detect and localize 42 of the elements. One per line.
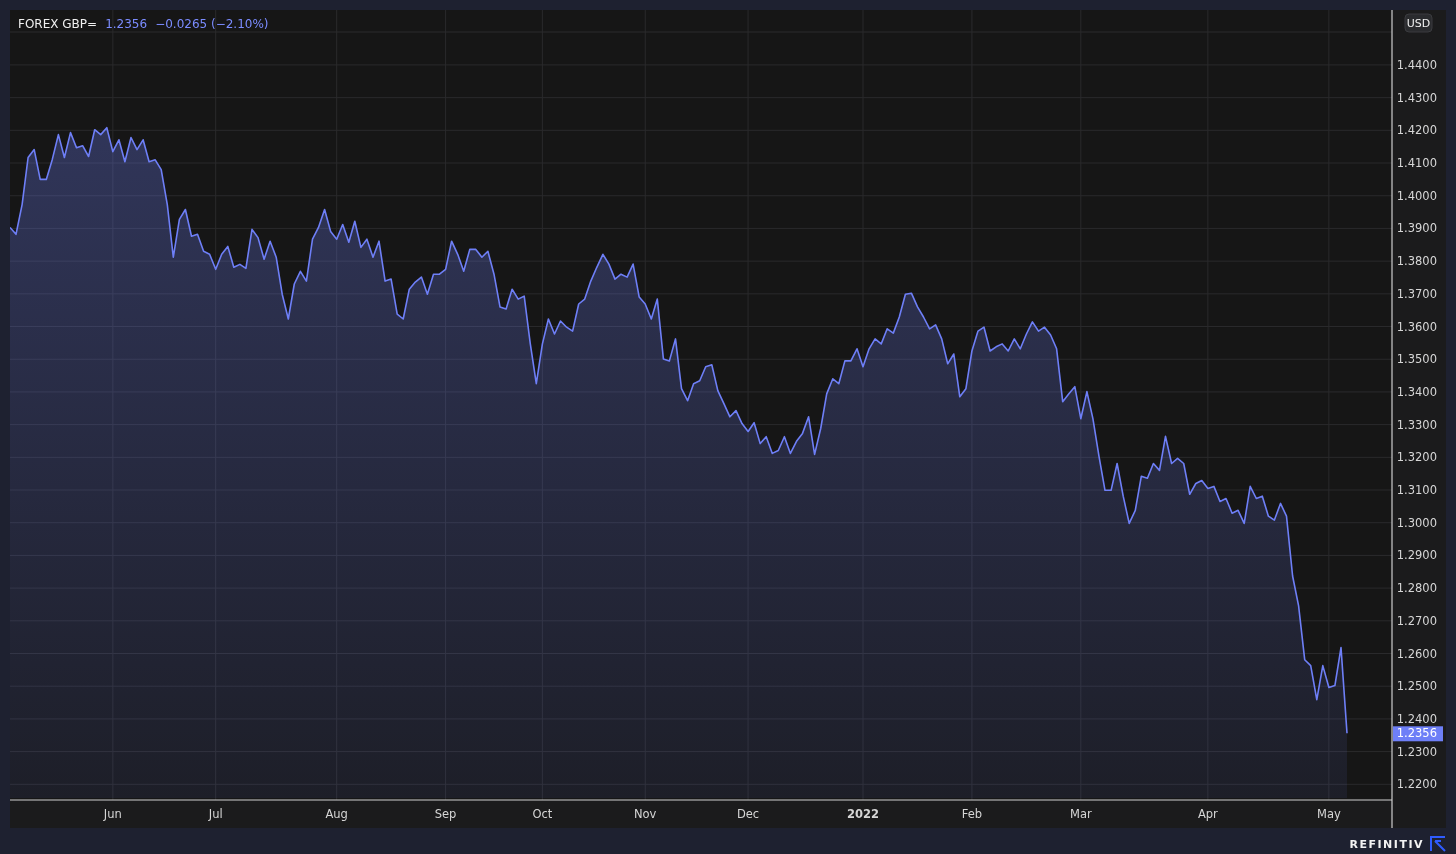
axis-label: Feb bbox=[961, 807, 983, 821]
logo-icon bbox=[1430, 836, 1446, 852]
axis-label: 1.4400 bbox=[1396, 57, 1437, 72]
axis-label: 1.2200 bbox=[1396, 777, 1437, 792]
axis-label: Oct bbox=[532, 807, 553, 821]
axis-label: Mar bbox=[1069, 807, 1092, 821]
axis-label: 1.3700 bbox=[1396, 286, 1437, 301]
symbol-label: FOREX GBP= bbox=[18, 17, 98, 31]
axis-label: 1.2900 bbox=[1396, 548, 1437, 563]
axis-label: May bbox=[1316, 807, 1341, 821]
price-value: 1.2356 bbox=[105, 17, 148, 31]
axis-label: Nov bbox=[634, 807, 657, 821]
axis-label: 1.3800 bbox=[1396, 254, 1437, 269]
axis-label: 1.2600 bbox=[1396, 646, 1437, 661]
last-price-tag: 1.2356 bbox=[1393, 726, 1443, 742]
axis-label: Sep bbox=[434, 807, 457, 821]
axis-label: 1.3100 bbox=[1396, 483, 1437, 497]
axis-label: 1.2300 bbox=[1396, 744, 1437, 759]
axis-label: 1.2500 bbox=[1396, 679, 1437, 694]
axis-label: 1.2800 bbox=[1396, 581, 1437, 596]
axis-label: 1.4200 bbox=[1396, 123, 1437, 138]
axis-label: Aug bbox=[325, 807, 348, 821]
axis-label: 1.3500 bbox=[1396, 352, 1437, 367]
axis-label: 1.3600 bbox=[1396, 319, 1437, 334]
axis-label: Jun bbox=[103, 807, 122, 821]
axis-label: 1.2700 bbox=[1396, 613, 1437, 628]
axis-label: 1.2400 bbox=[1396, 711, 1437, 726]
axis-label: 1.3000 bbox=[1396, 515, 1437, 530]
axis-label: 1.4300 bbox=[1396, 90, 1437, 105]
currency-badge[interactable]: USD bbox=[1404, 13, 1433, 33]
axis-label: 1.4100 bbox=[1396, 156, 1437, 171]
price-change: −0.0265 (−2.10%) bbox=[155, 17, 269, 31]
axis-label: Dec bbox=[736, 807, 760, 821]
axis-label: 1.3400 bbox=[1396, 384, 1437, 399]
axis-label: Apr bbox=[1197, 807, 1218, 821]
brand-wordmark: REFINITIV bbox=[1349, 837, 1424, 851]
axis-label: Jul bbox=[208, 807, 223, 821]
axis-label: 1.3900 bbox=[1396, 221, 1437, 236]
axis-label: 2022 bbox=[847, 807, 880, 821]
axis-label: 1.4000 bbox=[1396, 188, 1437, 203]
axis-label: 1.3200 bbox=[1396, 450, 1437, 465]
axis-label: 1.3300 bbox=[1396, 417, 1437, 432]
